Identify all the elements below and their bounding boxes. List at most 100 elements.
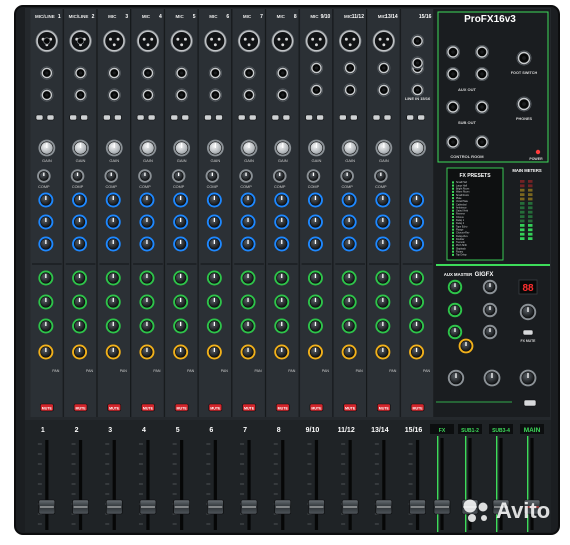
gain-knob[interactable]	[274, 139, 292, 157]
eq-knob-mid[interactable]	[341, 214, 357, 230]
comp-knob[interactable]	[104, 169, 119, 183]
phantom-switch[interactable]	[338, 114, 347, 121]
eq-knob-hi[interactable]	[173, 192, 189, 208]
aux-master-knob-2[interactable]	[447, 302, 463, 318]
insert-jack[interactable]	[40, 88, 54, 102]
pan-knob[interactable]	[139, 344, 155, 360]
control-room-jack-2[interactable]	[474, 134, 489, 149]
fx-knob-2[interactable]	[482, 302, 498, 318]
eq-knob-mid[interactable]	[139, 214, 155, 230]
aux-send-knob-3[interactable]	[240, 318, 256, 334]
eq-knob-mid[interactable]	[240, 214, 256, 230]
pan-knob[interactable]	[72, 344, 88, 360]
eq-knob-mid[interactable]	[307, 214, 323, 230]
pad-switch[interactable]	[248, 114, 257, 121]
control-room-jack-1[interactable]	[445, 134, 460, 149]
aux-send-knob-3[interactable]	[139, 318, 155, 334]
line-input-right-jack[interactable]	[343, 83, 357, 97]
eq-knob-low[interactable]	[341, 236, 357, 252]
pan-knob[interactable]	[105, 344, 121, 360]
gain-knob[interactable]	[308, 139, 325, 157]
insert-jack[interactable]	[175, 88, 189, 102]
eq-knob-hi[interactable]	[38, 192, 54, 208]
line-input-right-jack[interactable]	[377, 83, 391, 97]
phantom-switch[interactable]	[406, 114, 415, 121]
phones-jack[interactable]	[516, 96, 532, 112]
aux-send-knob-1[interactable]	[240, 270, 256, 286]
eq-knob-low[interactable]	[105, 236, 121, 252]
pan-knob[interactable]	[375, 344, 391, 360]
pan-knob[interactable]	[307, 344, 323, 360]
eq-knob-mid[interactable]	[72, 214, 88, 230]
sub-out-jack-1[interactable]	[445, 100, 460, 115]
phantom-switch[interactable]	[204, 114, 212, 121]
eq-knob-hi[interactable]	[206, 192, 222, 208]
aux-out-jack-1[interactable]	[445, 45, 460, 60]
gain-knob[interactable]	[173, 139, 191, 157]
aux-send-knob-1[interactable]	[341, 270, 357, 286]
line-input-left-jack[interactable]	[377, 61, 391, 75]
aux-send-knob-3[interactable]	[341, 318, 357, 334]
insert-jack[interactable]	[242, 88, 256, 102]
eq-knob-low[interactable]	[307, 236, 323, 252]
gain-knob[interactable]	[375, 139, 393, 157]
aux-send-knob-3[interactable]	[72, 318, 88, 334]
eq-knob-low[interactable]	[72, 236, 88, 252]
eq-knob-hi[interactable]	[240, 192, 256, 208]
eq-knob-low[interactable]	[206, 236, 222, 252]
pad-switch[interactable]	[147, 114, 156, 121]
aux-send-knob-2[interactable]	[38, 294, 54, 310]
aux-send-knob-2[interactable]	[139, 294, 155, 310]
pad-switch[interactable]	[215, 114, 223, 121]
eq-knob-mid[interactable]	[409, 214, 425, 230]
aux-send-knob-3[interactable]	[274, 318, 290, 334]
aux-send-knob-1[interactable]	[307, 270, 323, 286]
pad-switch[interactable]	[349, 114, 358, 121]
aux-send-knob-1[interactable]	[274, 270, 290, 286]
eq-knob-hi[interactable]	[274, 192, 290, 208]
aux-send-knob-2[interactable]	[274, 294, 290, 310]
line-input-jack[interactable]	[107, 66, 121, 80]
gain-knob[interactable]	[206, 139, 224, 157]
comp-knob[interactable]	[239, 169, 253, 183]
line-in-15-16-right-jack[interactable]	[410, 56, 425, 70]
phantom-switch[interactable]	[136, 114, 145, 121]
line-input-jack[interactable]	[242, 66, 256, 80]
gain-knob[interactable]	[38, 139, 56, 157]
eq-knob-hi[interactable]	[307, 192, 323, 208]
aux-out-jack-3[interactable]	[445, 67, 460, 82]
aux-out-jack-4[interactable]	[474, 67, 489, 82]
sub-out-jack-2[interactable]	[474, 100, 489, 115]
pad-switch[interactable]	[181, 114, 190, 121]
gain-knob[interactable]	[139, 139, 157, 157]
gain-knob[interactable]	[72, 139, 89, 157]
break-button[interactable]	[523, 399, 537, 407]
aux-send-knob-2[interactable]	[206, 294, 222, 310]
aux-send-knob-3[interactable]	[307, 318, 323, 334]
insert-jack[interactable]	[107, 88, 121, 102]
eq-knob-mid[interactable]	[105, 214, 121, 230]
comp-knob[interactable]	[374, 169, 388, 183]
xlr-input-jack[interactable]	[136, 29, 160, 53]
pan-knob[interactable]	[206, 344, 222, 360]
phantom-switch[interactable]	[35, 114, 44, 121]
pad-switch[interactable]	[316, 114, 324, 121]
gain-knob[interactable]	[409, 139, 426, 157]
pan-knob[interactable]	[274, 344, 290, 360]
eq-knob-hi[interactable]	[341, 192, 357, 208]
fx-to-main-knob[interactable]	[458, 338, 474, 354]
foot-switch-jack[interactable]	[516, 50, 532, 66]
eq-knob-mid[interactable]	[173, 214, 189, 230]
aux-send-knob-2[interactable]	[105, 294, 121, 310]
xlr-input-jack[interactable]	[204, 29, 227, 53]
line-input-jack[interactable]	[40, 66, 54, 80]
pad-switch[interactable]	[80, 114, 88, 121]
eq-knob-hi[interactable]	[409, 192, 425, 208]
xlr-input-jack[interactable]	[170, 29, 193, 53]
line-input-jack[interactable]	[141, 66, 155, 80]
phantom-switch[interactable]	[170, 114, 179, 121]
line-input-right-jack[interactable]	[309, 83, 324, 97]
fx-mute-button[interactable]	[522, 329, 534, 336]
gain-knob[interactable]	[240, 139, 258, 157]
aux-send-knob-1[interactable]	[173, 270, 189, 286]
